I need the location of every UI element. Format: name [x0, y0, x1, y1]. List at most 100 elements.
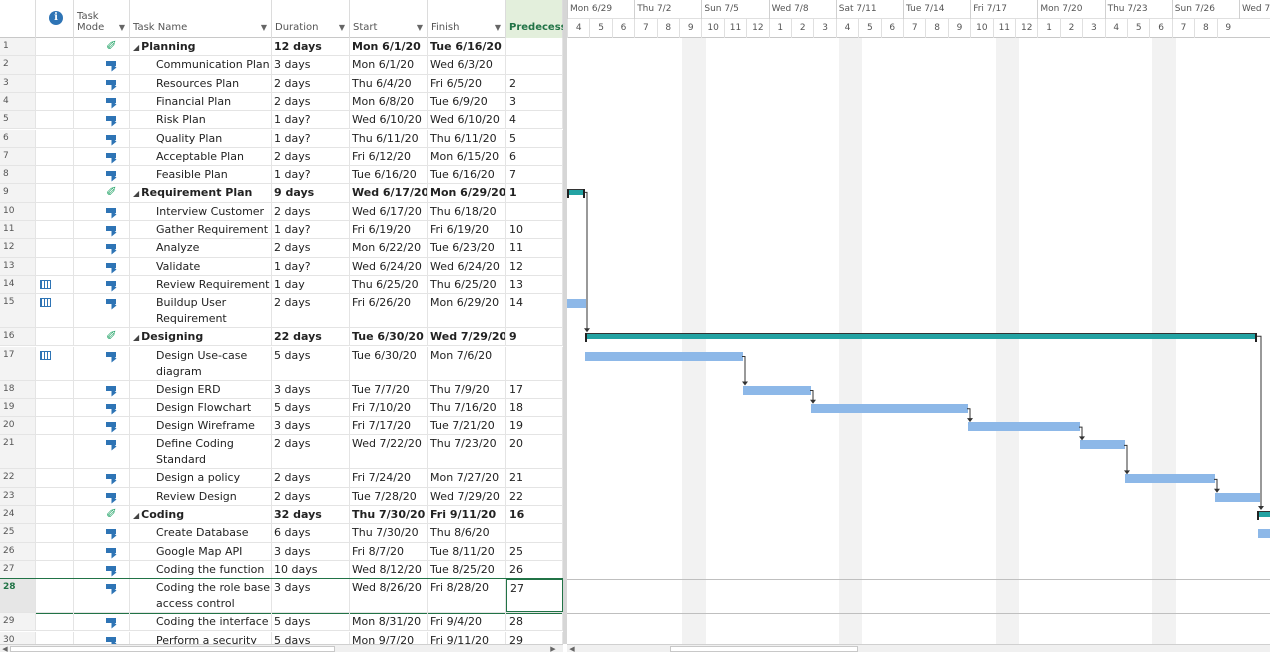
- task-mode-cell[interactable]: [74, 294, 130, 328]
- task-name-cell[interactable]: Design Use-case diagram: [130, 346, 272, 380]
- predecessors-cell[interactable]: 26: [506, 560, 563, 579]
- finish-cell[interactable]: Wed 6/24/20: [428, 257, 506, 275]
- finish-cell[interactable]: Thu 7/9/20: [428, 380, 506, 398]
- table-row[interactable]: 3 Resources Plan 2 days Thu 6/4/20 Fri 6/5/2…: [0, 74, 563, 93]
- collapse-triangle-icon[interactable]: ◢: [133, 333, 139, 342]
- finish-cell[interactable]: Tue 6/16/20: [428, 38, 506, 56]
- start-cell[interactable]: Tue 6/30/20: [350, 328, 428, 346]
- finish-cell[interactable]: Fri 9/4/20: [428, 613, 506, 631]
- predecessors-cell[interactable]: 7: [506, 166, 563, 184]
- duration-cell[interactable]: 2 days: [272, 435, 350, 469]
- task-name-cell[interactable]: Feasible Plan: [130, 166, 272, 184]
- scroll-left-arrow-icon[interactable]: ◀: [567, 645, 577, 652]
- duration-cell[interactable]: 32 days: [272, 506, 350, 524]
- table-row[interactable]: 26 Google Map API 3 days Fri 8/7/20 Tue 8/11…: [0, 542, 563, 561]
- finish-cell[interactable]: Tue 6/9/20: [428, 92, 506, 111]
- duration-cell[interactable]: 9 days: [272, 184, 350, 202]
- start-cell[interactable]: Mon 6/1/20: [350, 56, 428, 74]
- task-name-cell[interactable]: Create Database: [130, 524, 272, 542]
- table-row[interactable]: 13Validate Requirement1 day?Wed 6/24/20W…: [0, 257, 563, 276]
- row-number[interactable]: 5: [0, 111, 36, 129]
- row-number[interactable]: 2: [0, 56, 36, 74]
- finish-cell[interactable]: Thu 6/11/20: [428, 129, 506, 147]
- table-row[interactable]: 30 Perform a security 5 days Mon 9/7/20 Fri …: [0, 631, 563, 644]
- task-mode-cell[interactable]: [74, 202, 130, 220]
- duration-cell[interactable]: 3 days: [272, 56, 350, 74]
- finish-cell[interactable]: Wed 6/10/20: [428, 111, 506, 129]
- table-row[interactable]: 2 Communication Plan 3 days Mon 6/1/20 Wed 6…: [0, 56, 563, 75]
- table-row[interactable]: 25 Create Database 6 days Thu 7/30/20 Thu 8/…: [0, 524, 563, 543]
- task-mode-cell[interactable]: [74, 147, 130, 166]
- row-number[interactable]: 9: [0, 184, 36, 202]
- table-row[interactable]: 22 Design a policy 2 days Fri 7/24/20 Mon 7/…: [0, 469, 563, 488]
- chevron-down-icon[interactable]: ▼: [261, 23, 267, 32]
- task-name-cell[interactable]: Buildup User Requirement: [130, 294, 272, 328]
- row-number[interactable]: 17: [0, 346, 36, 380]
- task-mode-cell[interactable]: [74, 542, 130, 560]
- predecessors-cell[interactable]: 22: [506, 487, 563, 505]
- gantt-chart[interactable]: Mon 6/29 Thu 7/2 Sun 7/5 Wed 7/8 Sat 7/11 Tue…: [567, 0, 1270, 644]
- predecessors-cell[interactable]: [506, 346, 563, 380]
- indicators-column-header[interactable]: i: [36, 0, 74, 38]
- task-name-cell[interactable]: Coding the interface: [130, 613, 272, 631]
- task-mode-cell[interactable]: [74, 398, 130, 417]
- task-name-cell[interactable]: Design Wireframe: [130, 417, 272, 435]
- start-cell[interactable]: Mon 6/8/20: [350, 92, 428, 111]
- task-mode-cell[interactable]: [74, 435, 130, 469]
- task-mode-cell[interactable]: ✐: [74, 506, 130, 524]
- start-cell[interactable]: Fri 7/17/20: [350, 417, 428, 435]
- start-cell[interactable]: Wed 6/10/20: [350, 111, 428, 129]
- predecessors-cell[interactable]: [506, 56, 563, 74]
- grid-horizontal-scrollbar[interactable]: ◀ ▶: [0, 644, 563, 652]
- predecessors-cell[interactable]: 12: [506, 257, 563, 275]
- duration-cell[interactable]: 3 days: [272, 380, 350, 398]
- task-name-cell[interactable]: Design a policy: [130, 469, 272, 487]
- task-mode-cell[interactable]: [74, 92, 130, 111]
- start-cell[interactable]: Thu 6/4/20: [350, 74, 428, 92]
- row-number[interactable]: 19: [0, 398, 36, 417]
- table-row[interactable]: 4 Financial Plan 2 days Mon 6/8/20 Tue 6/9/2…: [0, 92, 563, 112]
- scroll-right-arrow-icon[interactable]: ▶: [548, 645, 558, 652]
- table-row[interactable]: 7 Acceptable Plan 2 days Fri 6/12/20 Mon 6/1…: [0, 147, 563, 167]
- row-number[interactable]: 28: [0, 579, 36, 613]
- task-mode-cell[interactable]: [74, 579, 130, 613]
- row-number[interactable]: 27: [0, 560, 36, 579]
- duration-cell[interactable]: 10 days: [272, 560, 350, 579]
- task-mode-cell[interactable]: ✐: [74, 184, 130, 202]
- task-name-column-header[interactable]: Task Name ▼: [130, 0, 272, 38]
- finish-cell[interactable]: Tue 7/21/20: [428, 417, 506, 435]
- chart-horizontal-scrollbar[interactable]: ◀: [567, 644, 1270, 652]
- table-row[interactable]: 24 ✐ ◢ Coding 32 days Thu 7/30/20 Fri 9/11/20 1…: [0, 506, 563, 525]
- task-name-cell[interactable]: Google Map API: [130, 542, 272, 560]
- finish-cell[interactable]: Tue 6/23/20: [428, 239, 506, 257]
- row-number[interactable]: 26: [0, 542, 36, 560]
- row-number[interactable]: 4: [0, 92, 36, 111]
- task-mode-cell[interactable]: [74, 560, 130, 579]
- start-cell[interactable]: Thu 6/11/20: [350, 129, 428, 147]
- start-cell[interactable]: Wed 6/17/20: [350, 184, 428, 202]
- task-grid[interactable]: i Task Mode ▼ Task Name ▼ Duration ▼ Sta…: [0, 0, 563, 644]
- select-all-corner[interactable]: [0, 0, 36, 38]
- chevron-down-icon[interactable]: ▼: [417, 23, 423, 32]
- start-cell[interactable]: Wed 8/26/20: [350, 579, 428, 613]
- duration-cell[interactable]: 2 days: [272, 74, 350, 92]
- start-cell[interactable]: Tue 7/28/20: [350, 487, 428, 505]
- task-name-cell[interactable]: Gather Requirement: [130, 221, 272, 239]
- table-row[interactable]: 9 ✐ ◢ Requirement Plan 9 days Wed 6/17/20 Mon …: [0, 184, 563, 203]
- predecessors-cell[interactable]: 4: [506, 111, 563, 129]
- duration-column-header[interactable]: Duration ▼: [272, 0, 350, 38]
- task-mode-cell[interactable]: [74, 166, 130, 184]
- finish-cell[interactable]: Mon 6/15/20: [428, 147, 506, 166]
- duration-cell[interactable]: 1 day?: [272, 257, 350, 275]
- task-name-cell[interactable]: Resources Plan: [130, 74, 272, 92]
- table-row[interactable]: 14 Review Requirement 1 day Thu 6/25/20 Thu …: [0, 275, 563, 295]
- predecessors-cell[interactable]: 27: [506, 579, 563, 613]
- table-row[interactable]: 23 Review Design 2 days Tue 7/28/20 Wed 7/29…: [0, 487, 563, 506]
- predecessors-cell[interactable]: 2: [506, 74, 563, 92]
- task-name-cell[interactable]: Define Coding Standard: [130, 435, 272, 469]
- task-mode-cell[interactable]: [74, 257, 130, 275]
- task-name-cell[interactable]: Communication Plan: [130, 56, 272, 74]
- finish-cell[interactable]: Fri 9/11/20: [428, 631, 506, 644]
- start-cell[interactable]: Thu 6/25/20: [350, 275, 428, 294]
- start-cell[interactable]: Tue 6/16/20: [350, 166, 428, 184]
